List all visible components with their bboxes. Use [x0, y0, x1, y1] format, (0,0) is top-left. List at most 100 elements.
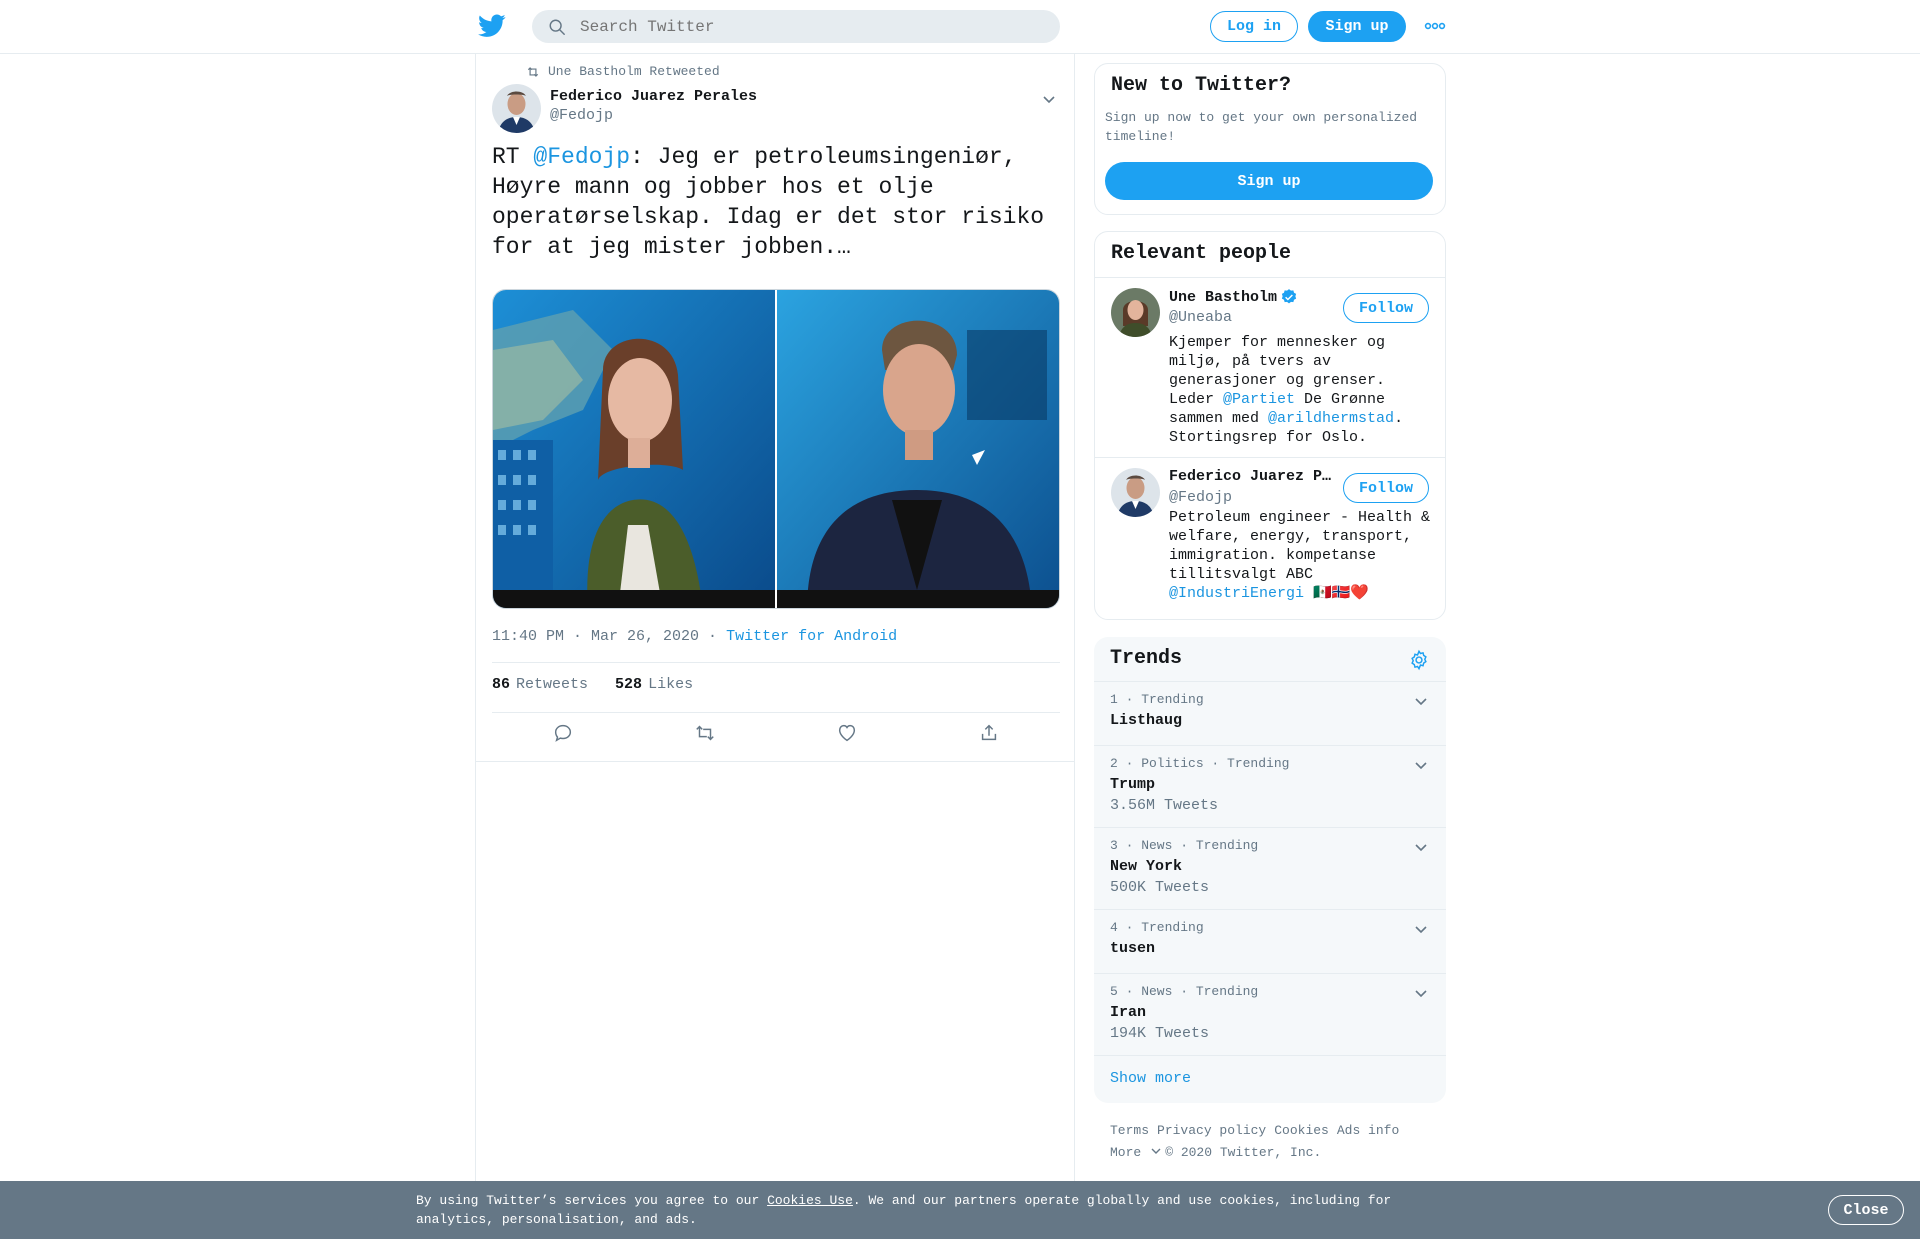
- person-handle[interactable]: @Uneaba: [1169, 309, 1232, 326]
- meta-separator: ·: [699, 628, 727, 645]
- trends-card: Trends 1 · Trending Listhaug 2 · Politic…: [1094, 637, 1446, 1103]
- person-item[interactable]: Une Bastholm @Uneaba Follow Kjemper for …: [1095, 277, 1445, 457]
- chevron-down-icon[interactable]: [1042, 92, 1056, 106]
- person-item[interactable]: Federico Juarez P… @Fedojp Follow Petrol…: [1095, 457, 1445, 619]
- twitter-logo-icon[interactable]: [478, 14, 506, 38]
- trend-name[interactable]: Listhaug: [1110, 712, 1182, 729]
- footer-more-menu[interactable]: More: [1110, 1145, 1161, 1160]
- cookies-use-link[interactable]: Cookies Use: [767, 1193, 853, 1208]
- retweeted-by-label: Une Bastholm Retweeted: [548, 64, 720, 79]
- signup-button[interactable]: Sign up: [1308, 11, 1406, 42]
- bio-text: Petroleum engineer - Health & welfare, e…: [1169, 509, 1431, 583]
- trend-item[interactable]: 3 · News · Trending New York 500K Tweets: [1094, 827, 1446, 909]
- retweets-stat[interactable]: 86 Retweets: [492, 676, 588, 693]
- tweet-timestamp[interactable]: 11:40 PM · Mar 26, 2020: [492, 628, 699, 645]
- sidebar-footer: Terms Privacy policy Cookies Ads info More ©…: [1110, 1120, 1450, 1164]
- new-to-twitter-subtitle: Sign up now to get your own personalized…: [1105, 110, 1418, 144]
- share-icon[interactable]: [978, 722, 1000, 744]
- trend-name[interactable]: Iran: [1110, 1004, 1146, 1021]
- chevron-down-icon[interactable]: [1414, 694, 1428, 708]
- tweet-media[interactable]: [492, 289, 1060, 609]
- follow-button[interactable]: Follow: [1343, 293, 1429, 323]
- follow-button[interactable]: Follow: [1343, 473, 1429, 503]
- trend-item[interactable]: 5 · News · Trending Iran 194K Tweets: [1094, 973, 1446, 1055]
- trend-item[interactable]: 1 · Trending Listhaug: [1094, 681, 1446, 745]
- person-bio: Petroleum engineer - Health & welfare, e…: [1169, 508, 1431, 603]
- show-more-link[interactable]: Show more: [1110, 1070, 1191, 1087]
- author-handle[interactable]: @Fedojp: [550, 107, 613, 124]
- retweets-count: 86: [492, 676, 511, 693]
- login-button[interactable]: Log in: [1210, 11, 1298, 42]
- cookie-text: By using Twitter’s services you agree to…: [416, 1193, 768, 1208]
- search-input[interactable]: [580, 17, 1020, 36]
- chevron-down-icon[interactable]: [1414, 758, 1428, 772]
- gear-icon[interactable]: [1408, 649, 1430, 671]
- media-photo-right[interactable]: [777, 290, 1059, 608]
- trend-context: 4 · Trending: [1110, 920, 1204, 935]
- footer-cookies-link[interactable]: Cookies: [1274, 1123, 1329, 1138]
- person-handle[interactable]: @Fedojp: [1169, 489, 1232, 506]
- retweets-label: Retweets: [516, 676, 589, 693]
- tweet-stats: 86 Retweets 528 Likes: [492, 676, 693, 693]
- trend-count: 194K Tweets: [1110, 1025, 1210, 1042]
- media-photo-left[interactable]: [493, 290, 775, 608]
- chevron-down-icon[interactable]: [1414, 986, 1428, 1000]
- cookie-close-button[interactable]: Close: [1828, 1195, 1904, 1225]
- tweet-column: Une Bastholm Retweeted Federico Juarez P…: [475, 54, 1075, 1184]
- retweet-small-icon: [527, 66, 539, 77]
- footer-more-label: More: [1110, 1145, 1142, 1160]
- like-heart-icon[interactable]: [836, 722, 858, 744]
- retweet-icon[interactable]: [694, 722, 716, 744]
- tweet-meta: 11:40 PM · Mar 26, 2020 · Twitter for An…: [492, 628, 897, 645]
- trend-item[interactable]: 2 · Politics · Trending Trump 3.56M Twee…: [1094, 745, 1446, 827]
- trend-item[interactable]: 4 · Trending tusen: [1094, 909, 1446, 973]
- footer-privacy-link[interactable]: Privacy policy: [1157, 1123, 1266, 1138]
- trend-name[interactable]: New York: [1110, 858, 1182, 875]
- trends-title: Trends: [1110, 647, 1183, 670]
- chevron-down-icon[interactable]: [1414, 840, 1428, 854]
- trend-count: 3.56M Tweets: [1110, 797, 1219, 814]
- retweet-context[interactable]: Une Bastholm Retweeted: [526, 64, 720, 79]
- tweet-actions: [492, 714, 1060, 754]
- chevron-down-icon[interactable]: [1414, 922, 1428, 936]
- bio-mention-link[interactable]: @arildhermstad: [1268, 410, 1394, 427]
- person-name[interactable]: Federico Juarez P…: [1169, 468, 1331, 485]
- search-icon: [549, 19, 565, 35]
- chevron-down-icon: [1151, 1148, 1161, 1154]
- tweet-source-link[interactable]: Twitter for Android: [726, 628, 897, 645]
- sidebar-signup-button[interactable]: Sign up: [1105, 162, 1433, 200]
- likes-stat[interactable]: 528 Likes: [615, 676, 693, 693]
- new-to-twitter-title: New to Twitter?: [1111, 74, 1292, 97]
- new-to-twitter-card: New to Twitter? Sign up now to get your …: [1094, 63, 1446, 215]
- reply-icon[interactable]: [552, 722, 574, 744]
- author-name[interactable]: Federico Juarez Perales: [550, 88, 757, 105]
- trend-context: 3 · News · Trending: [1110, 838, 1259, 853]
- bio-mention-link[interactable]: @IndustriEnergi: [1169, 585, 1304, 602]
- tweet-mention-link[interactable]: @Fedojp: [533, 144, 630, 170]
- likes-count: 528: [615, 676, 643, 693]
- footer-terms-link[interactable]: Terms: [1110, 1123, 1149, 1138]
- trend-name[interactable]: Trump: [1110, 776, 1155, 793]
- bio-mention-link[interactable]: @Partiet: [1223, 391, 1295, 408]
- cookie-banner-text: By using Twitter’s services you agree to…: [416, 1191, 1416, 1229]
- person-avatar[interactable]: [1111, 288, 1160, 337]
- show-more-row[interactable]: Show more: [1094, 1055, 1446, 1103]
- person-name-text: Une Bastholm: [1169, 288, 1278, 306]
- trend-context: 5 · News · Trending: [1110, 984, 1259, 999]
- cookie-banner: By using Twitter’s services you agree to…: [0, 1181, 1920, 1239]
- more-options-icon[interactable]: [1424, 20, 1446, 32]
- footer-ads-link[interactable]: Ads info: [1337, 1123, 1399, 1138]
- search-box[interactable]: [532, 10, 1060, 43]
- trend-name[interactable]: tusen: [1110, 940, 1155, 957]
- divider: [476, 761, 1074, 762]
- tweet-text: RT @Fedojp: Jeg er petroleumsingeniør, H…: [492, 142, 1060, 262]
- relevant-people-title: Relevant people: [1111, 242, 1292, 265]
- person-avatar[interactable]: [1111, 468, 1160, 517]
- author-avatar[interactable]: [492, 84, 541, 133]
- bio-emoji: 🇲🇽🇳🇴❤️: [1304, 585, 1370, 602]
- person-name[interactable]: Une Bastholm: [1169, 288, 1298, 306]
- footer-copyright: © 2020 Twitter, Inc.: [1165, 1145, 1322, 1160]
- person-name-text: Federico Juarez P…: [1169, 468, 1332, 485]
- tweet-text-prefix: RT: [492, 144, 534, 170]
- person-bio: Kjemper for mennesker og miljø, på tvers…: [1169, 333, 1431, 447]
